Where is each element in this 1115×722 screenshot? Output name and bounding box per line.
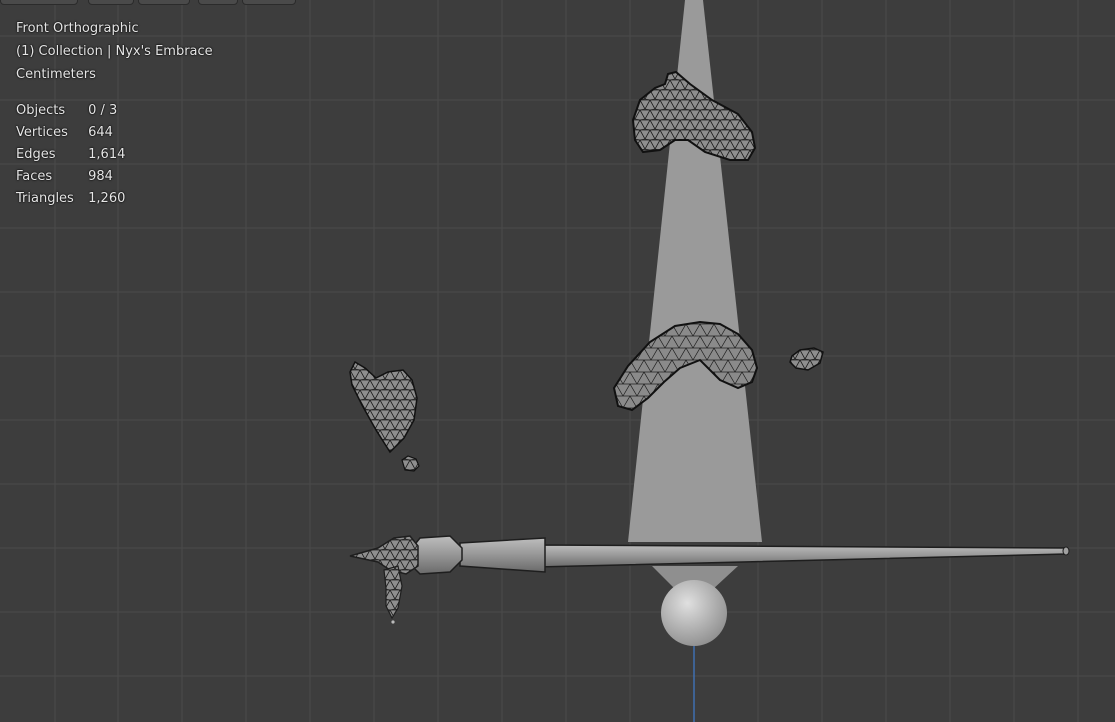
mesh-piece-small-right[interactable] — [789, 347, 824, 371]
stat-objects: Objects 0 / 3 — [16, 102, 125, 124]
stat-value: 984 — [88, 169, 113, 184]
stat-vertices: Vertices 644 — [16, 124, 125, 146]
stat-label: Edges — [16, 147, 56, 162]
header-tab-1[interactable] — [0, 0, 78, 5]
view-name: Front Orthographic — [16, 21, 139, 36]
stat-value: 0 / 3 — [88, 103, 118, 118]
stat-label: Objects — [16, 103, 66, 118]
stat-edges: Edges 1,614 — [16, 146, 125, 168]
mesh-piece-drop[interactable] — [401, 455, 420, 472]
viewport-info-overlay: Front Orthographic (1) Collection | Nyx'… — [16, 20, 213, 89]
stat-faces: Faces 984 — [16, 168, 125, 190]
stat-value: 644 — [88, 125, 113, 140]
stat-triangles: Triangles 1,260 — [16, 190, 125, 212]
spot-light-cone[interactable] — [628, 0, 762, 542]
collection-name: (1) Collection | Nyx's Embrace — [16, 44, 213, 59]
stat-value: 1,614 — [88, 147, 126, 162]
header-tab-3[interactable] — [138, 0, 190, 5]
mesh-piece-heart[interactable] — [349, 360, 418, 454]
header-tab-5[interactable] — [242, 0, 296, 5]
header-tab-2[interactable] — [88, 0, 134, 5]
stat-label: Faces — [16, 169, 53, 184]
viewport-grid — [0, 0, 1115, 722]
scene-statistics: Objects 0 / 3 Vertices 644 Edges 1,614 F… — [16, 102, 125, 212]
3d-viewport[interactable] — [0, 0, 1115, 722]
stat-label: Triangles — [16, 191, 74, 206]
header-tab-4[interactable] — [198, 0, 238, 5]
light-sphere[interactable] — [661, 580, 727, 646]
stat-value: 1,260 — [88, 191, 126, 206]
unit-system: Centimeters — [16, 67, 96, 82]
stat-label: Vertices — [16, 125, 68, 140]
